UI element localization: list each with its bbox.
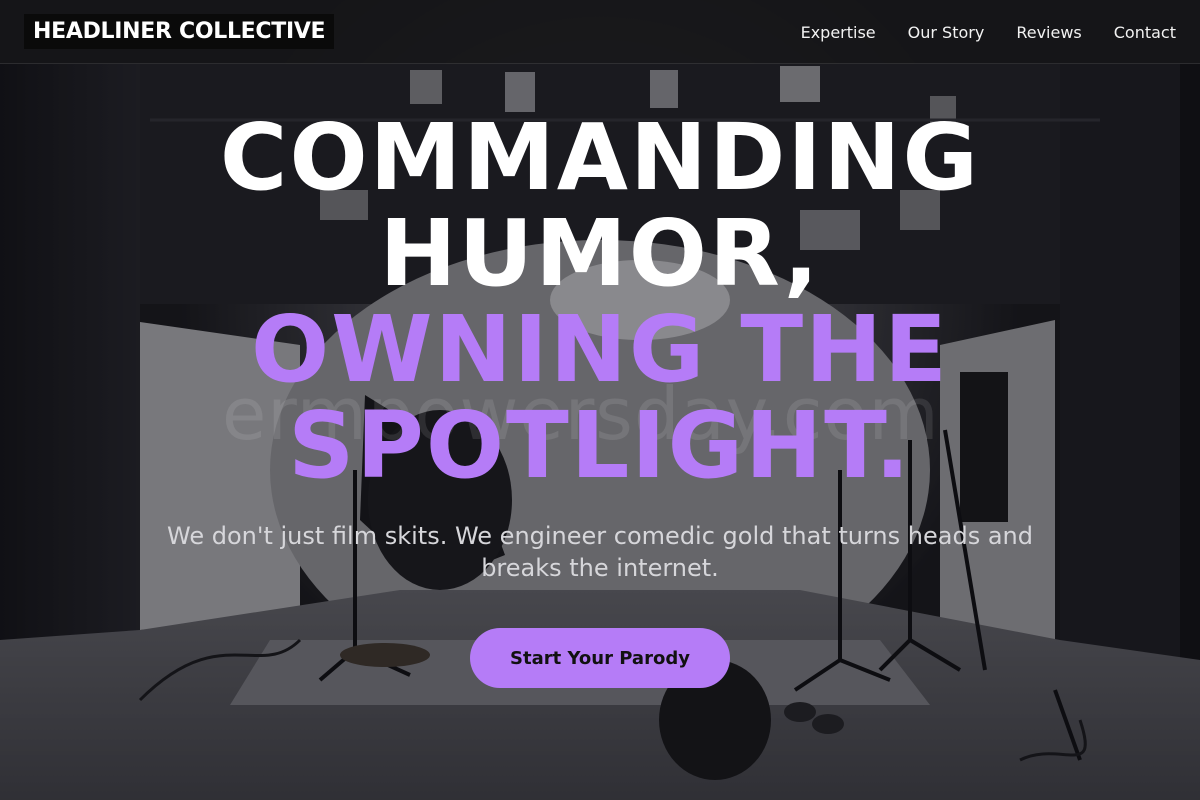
main-nav: Expertise Our Story Reviews Contact [801, 0, 1176, 64]
start-your-parody-button[interactable]: Start Your Parody [470, 628, 730, 688]
nav-link-our-story[interactable]: Our Story [908, 23, 985, 42]
headline-line-4: SPOTLIGHT. [288, 392, 912, 499]
nav-link-expertise[interactable]: Expertise [801, 23, 876, 42]
page: ermpowersday.com HEADLINER COLLECTIVE Ex… [0, 0, 1200, 800]
hero-section: COMMANDING HUMOR, OWNING THE SPOTLIGHT. … [0, 110, 1200, 688]
hero-subtext: We don't just film skits. We engineer co… [167, 522, 1033, 582]
site-header: HEADLINER COLLECTIVE Expertise Our Story… [0, 0, 1200, 64]
hero-headline: COMMANDING HUMOR, OWNING THE SPOTLIGHT. [0, 110, 1200, 494]
headline-line-2: HUMOR, [379, 200, 821, 307]
headline-line-3: OWNING THE [250, 296, 950, 403]
nav-link-reviews[interactable]: Reviews [1016, 23, 1081, 42]
headline-line-1: COMMANDING [219, 104, 981, 211]
logo[interactable]: HEADLINER COLLECTIVE [24, 14, 335, 49]
nav-link-contact[interactable]: Contact [1114, 23, 1176, 42]
